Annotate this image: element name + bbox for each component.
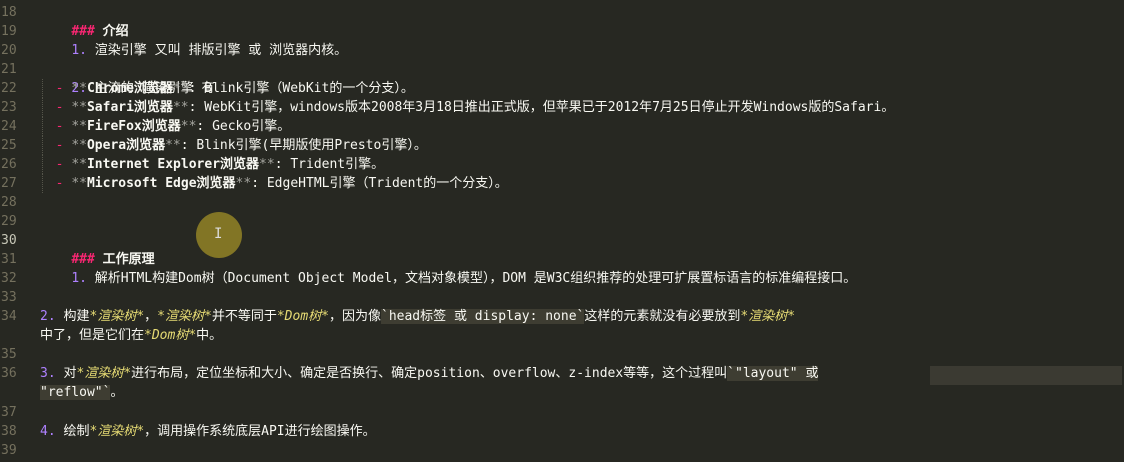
line-text: : Blink引擎(早期版使用Presto引擎）。 [180,138,427,153]
line-text: 进行布局，定位坐标和大小、确定是否换行、确定position、overflow、… [131,366,728,381]
bullet-marker: - [55,81,64,96]
bold-text: Microsoft Edge浏览器 [86,176,236,191]
line-number: 33 [1,290,17,305]
list-line[interactable]: 3. 对*渲染树*进行布局，定位坐标和大小、确定是否换行、确定position、… [40,364,1124,383]
wrapped-line[interactable]: "reflow"`。 [40,383,1124,402]
line-text: 。 [110,385,124,400]
line-number: 24 [1,119,17,134]
bold-marker: ** [172,81,189,96]
bold-marker: ** [165,138,181,153]
line-number: 27 [1,176,17,191]
inline-code: `head标签 或 display: none` [381,309,585,324]
line-text: : Blink引擎（WebKit的一个分支）。 [188,81,414,96]
editor[interactable]: 18 19 20 21 22 23 24 25 26 27 28 29 30 3… [0,0,1124,462]
inline-code: `"layout" 或 [727,366,819,381]
bold-text: FireFox浏览器 [86,119,181,134]
list-line[interactable]: 2. 主流的 渲染引擎 有 [40,60,1124,96]
line-number: 18 [1,5,17,20]
line-number: 20 [1,43,17,58]
line-text: ，调用操作系统底层API进行绘图操作。 [144,424,376,439]
line-text: 解析HTML构建Dom树（Document Object Model，文档对象模… [94,271,857,286]
line-text: 并不等同于 [211,309,277,324]
inline-code: "reflow"` [40,385,111,400]
list-line[interactable]: 1. 解析HTML构建Dom树（Document Object Model，文档… [40,250,1124,286]
line-text: 这样的元素就没有必要放到 [584,309,741,324]
bold-text: Internet Explorer浏览器 [86,157,260,172]
line-number-active: 30 [1,233,17,248]
line-text: 中。 [196,328,223,343]
line-text: : EdgeHTML引擎（Trident的一个分支）。 [251,176,508,191]
line-number: 25 [1,138,17,153]
bullet-line[interactable]: - **Opera浏览器**: Blink引擎(早期版使用Presto引擎）。 [40,136,1124,155]
line-number: 19 [1,24,17,39]
line-number: 21 [1,62,17,77]
line-number: 35 [1,347,17,362]
bold-text: Opera浏览器 [86,138,166,153]
bold-marker: ** [180,119,197,134]
italic-text: *渲染树* [89,309,145,324]
line-number: 38 [1,424,17,439]
list-line[interactable]: 1. 渲染引擎 又叫 排版引擎 或 浏览器内核。 [40,22,1124,58]
line-text: 渲染引擎 又叫 排版引擎 或 浏览器内核。 [94,43,348,58]
line-text: ，因为像 [328,309,381,324]
line-number: 29 [1,214,17,229]
line-number: 23 [1,100,17,115]
bold-marker: ** [71,81,87,96]
bullet-marker: - [55,138,64,153]
bold-text: Safari浏览器 [86,100,173,115]
bullet-line[interactable]: - **Safari浏览器**: WebKit引擎，windows版本2008年… [40,98,1124,117]
italic-text: *渲染树* [740,309,796,324]
heading-line[interactable]: ### 介绍 [40,3,1124,39]
line-text: ， [144,309,158,324]
line-number: 32 [1,271,17,286]
bullet-marker: - [55,176,64,191]
bold-text: Chrome浏览器 [86,81,173,96]
bold-marker: ** [71,119,87,134]
line-number: 31 [1,252,17,267]
line-text: : Gecko引擎。 [196,119,291,134]
line-number: 34 [1,309,17,324]
italic-text: *渲染树* [89,424,145,439]
line-text: 对 [63,366,77,381]
bold-marker: ** [172,100,189,115]
bold-marker: ** [71,100,87,115]
bold-marker: ** [71,176,87,191]
italic-text: *Dom树* [144,328,197,343]
list-number: 1. [71,43,87,58]
italic-text: *渲染树* [157,309,212,324]
bold-marker: ** [71,138,87,153]
bold-marker: ** [259,157,275,172]
line-number-gutter: 18 19 20 21 22 23 24 25 26 27 28 29 30 3… [0,0,34,462]
line-number: 39 [1,443,17,458]
italic-text: *渲染树* [76,366,132,381]
bullet-line[interactable]: - **Chrome浏览器**: Blink引擎（WebKit的一个分支）。 [40,79,1124,98]
line-text: 中了，但是它们在 [40,328,145,343]
list-number: 3. [40,366,56,381]
bullet-line[interactable]: - **Microsoft Edge浏览器**: EdgeHTML引擎（Trid… [40,174,1124,193]
line-text: : WebKit引擎，windows版本2008年3月18日推出正式版，但苹果已… [188,100,895,115]
line-number: 22 [1,81,17,96]
line-text: 构建 [63,309,90,324]
bullet-marker: - [55,119,64,134]
list-line[interactable]: 2. 构建*渲染树*，*渲染树*并不等同于*Dom树*，因为像`head标签 或… [40,307,1124,326]
line-number: 36 [1,366,17,381]
line-number: 37 [1,405,17,420]
italic-text: *Dom树* [276,309,329,324]
line-number: 28 [1,195,17,210]
list-line[interactable]: 4. 绘制*渲染树*，调用操作系统底层API进行绘图操作。 [40,422,1124,441]
bold-marker: ** [71,157,87,172]
bullet-marker: - [55,157,64,172]
line-text: : Trident引擎。 [274,157,385,172]
text-cursor-icon: I [214,226,223,242]
bullet-line[interactable]: - **FireFox浏览器**: Gecko引擎。 [40,117,1124,136]
list-number: 2. [40,309,56,324]
list-number: 1. [71,271,87,286]
wrapped-line[interactable]: 中了，但是它们在*Dom树*中。 [40,326,1124,345]
list-number: 4. [40,424,56,439]
bold-marker: ** [235,176,252,191]
line-text: 绘制 [63,424,90,439]
bullet-marker: - [55,100,64,115]
line-number: 26 [1,157,17,172]
bullet-line[interactable]: - **Internet Explorer浏览器**: Trident引擎。 [40,155,1124,174]
